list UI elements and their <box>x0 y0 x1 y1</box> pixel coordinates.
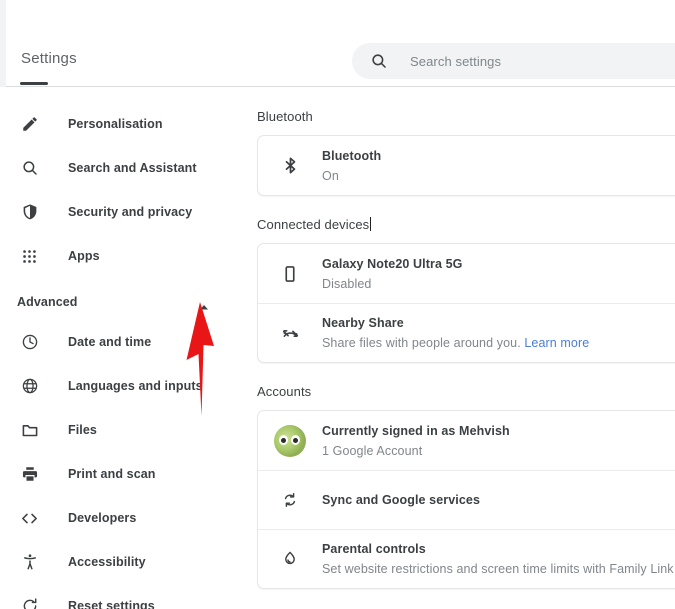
row-text: Nearby Share Share files with people aro… <box>322 314 675 352</box>
bluetooth-icon <box>258 156 322 175</box>
pencil-icon <box>20 115 39 134</box>
sidebar-item-reset-settings[interactable]: Reset settings <box>0 584 250 609</box>
sidebar-item-label: Print and scan <box>68 467 156 481</box>
sidebar-item-label: Search and Assistant <box>68 161 197 175</box>
row-bluetooth[interactable]: Bluetooth On <box>258 136 675 195</box>
row-parental-controls[interactable]: Parental controls Set website restrictio… <box>258 529 675 588</box>
learn-more-link[interactable]: Learn more <box>524 336 589 350</box>
sidebar-item-languages-and-inputs[interactable]: Languages and inputs <box>0 364 250 408</box>
row-subtitle: On <box>322 168 339 183</box>
connected-devices-card: Galaxy Note20 Ultra 5G Disabled Nearby S… <box>257 243 675 363</box>
sidebar-item-security-and-privacy[interactable]: Security and privacy <box>0 190 250 234</box>
search-input[interactable]: Search settings <box>352 43 675 79</box>
sidebar-item-accessibility[interactable]: Accessibility <box>0 540 250 584</box>
sidebar-item-date-and-time[interactable]: Date and time <box>0 320 250 364</box>
sync-icon <box>258 491 322 509</box>
sidebar-item-label: Languages and inputs <box>68 379 203 393</box>
row-subtitle: 1 Google Account <box>322 443 423 458</box>
bluetooth-card: Bluetooth On <box>257 135 675 196</box>
window-left-edge <box>0 0 6 87</box>
row-title: Bluetooth <box>322 148 382 163</box>
row-signed-in-account[interactable]: Currently signed in as Mehvish 1 Google … <box>258 411 675 470</box>
row-subtitle-text: Share files with people around you. <box>322 336 521 350</box>
user-avatar-image <box>274 424 306 457</box>
sidebar-item-developers[interactable]: Developers <box>0 496 250 540</box>
top-bar: Settings Search settings <box>0 0 675 87</box>
row-text: Currently signed in as Mehvish 1 Google … <box>322 422 675 460</box>
text-cursor <box>370 217 372 231</box>
page-title: Settings <box>21 50 77 67</box>
grid-apps-icon <box>20 247 39 266</box>
sidebar-item-personalisation[interactable]: Personalisation <box>0 102 250 146</box>
sidebar-nav: Personalisation Search and Assistant Sec… <box>0 88 250 609</box>
printer-icon <box>20 465 39 484</box>
row-title: Nearby Share <box>322 316 404 330</box>
sidebar-section-advanced[interactable]: Advanced <box>0 284 250 320</box>
row-title: Currently signed in as Mehvish <box>322 423 510 438</box>
sidebar-item-apps[interactable]: Apps <box>0 234 250 278</box>
settings-window: Settings Search settings Personalisation <box>0 0 675 609</box>
row-title: Parental controls <box>322 542 426 556</box>
row-sync-and-google-services[interactable]: Sync and Google services <box>258 470 675 529</box>
section-heading-text: Connected devices <box>257 217 370 232</box>
row-text: Bluetooth On <box>322 147 675 185</box>
row-title: Sync and Google services <box>322 493 481 507</box>
clock-icon <box>20 333 39 352</box>
row-subtitle: Share files with people around you. Lear… <box>322 334 675 352</box>
accounts-card: Currently signed in as Mehvish 1 Google … <box>257 410 675 589</box>
row-nearby-share[interactable]: Nearby Share Share files with people aro… <box>258 303 675 362</box>
row-title: Galaxy Note20 Ultra 5G <box>322 256 463 271</box>
sidebar-item-print-and-scan[interactable]: Print and scan <box>0 452 250 496</box>
shield-icon <box>20 203 39 222</box>
sidebar-item-label: Developers <box>68 511 137 525</box>
row-subtitle: Set website restrictions and screen time… <box>322 562 674 576</box>
search-placeholder: Search settings <box>410 53 502 69</box>
sidebar-item-label: Files <box>68 423 97 437</box>
row-galaxy-note20-ultra-5g[interactable]: Galaxy Note20 Ultra 5G Disabled <box>258 244 675 303</box>
section-heading-bluetooth: Bluetooth <box>257 109 313 124</box>
smartphone-icon <box>258 265 322 283</box>
sidebar-item-label: Reset settings <box>68 599 155 609</box>
sidebar-item-label: Security and privacy <box>68 205 193 219</box>
parental-controls-icon <box>258 550 322 568</box>
folder-icon <box>20 421 39 440</box>
nearby-share-icon <box>258 324 322 343</box>
row-text: Galaxy Note20 Ultra 5G Disabled <box>322 255 675 293</box>
chevron-up-icon[interactable] <box>198 298 210 310</box>
code-brackets-icon <box>20 509 39 528</box>
sidebar-item-label: Accessibility <box>68 555 146 569</box>
sidebar-item-label: Apps <box>68 249 100 263</box>
row-text: Sync and Google services <box>322 491 675 509</box>
active-tab-indicator <box>20 82 48 85</box>
section-heading-accounts: Accounts <box>257 384 312 399</box>
row-text: Parental controls Set website restrictio… <box>322 540 675 578</box>
sidebar-item-label: Date and time <box>68 335 152 349</box>
avatar-eye-right <box>291 434 300 445</box>
avatar-eye-left <box>279 434 288 445</box>
sidebar-item-files[interactable]: Files <box>0 408 250 452</box>
sidebar-item-search-and-assistant[interactable]: Search and Assistant <box>0 146 250 190</box>
search-icon <box>370 52 388 70</box>
section-heading-connected-devices: Connected devices <box>250 217 372 232</box>
search-icon <box>20 159 39 178</box>
avatar <box>258 424 322 457</box>
accessibility-person-icon <box>20 553 39 572</box>
globe-icon <box>20 377 39 396</box>
reset-refresh-icon <box>20 597 39 609</box>
sidebar-section-label: Advanced <box>17 295 78 309</box>
row-subtitle: Disabled <box>322 276 372 291</box>
sidebar-item-label: Personalisation <box>68 117 163 131</box>
settings-main-content: Bluetooth Bluetooth On Connected devices <box>250 88 675 609</box>
